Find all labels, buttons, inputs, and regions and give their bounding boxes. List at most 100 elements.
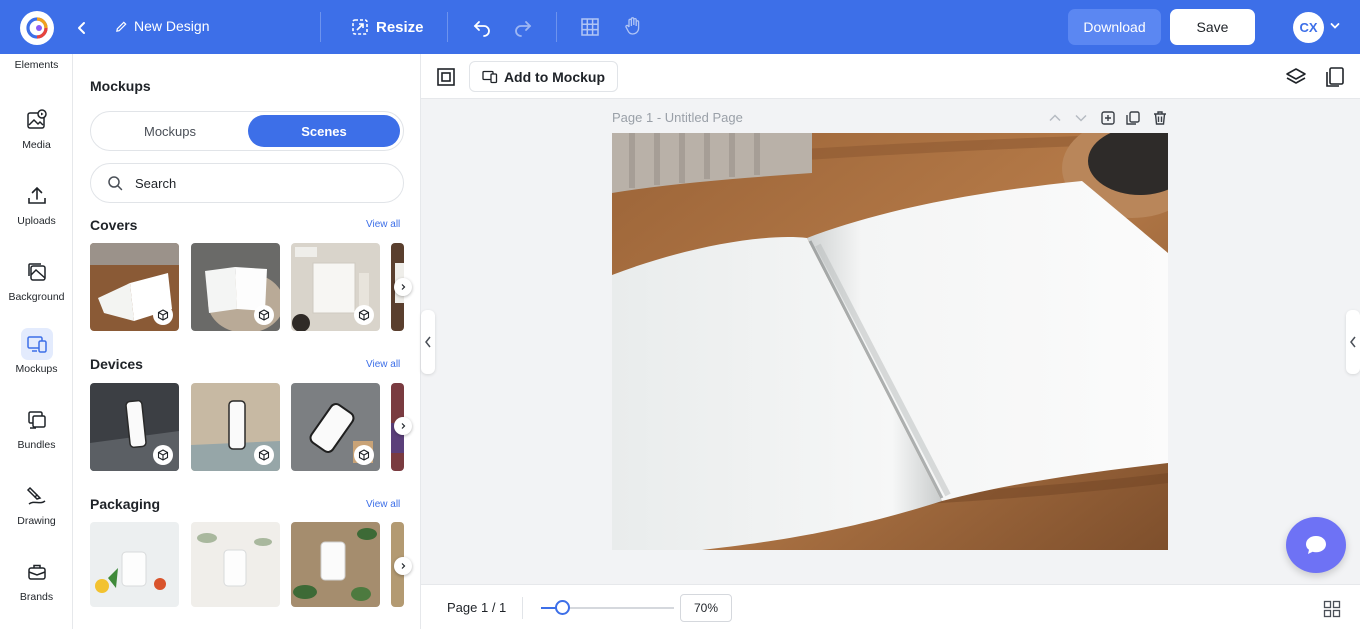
packaging-thumbnail-image [90,522,179,607]
download-button[interactable]: Download [1068,9,1161,45]
device-thumbnail[interactable] [291,383,380,471]
move-page-down-button[interactable] [1073,110,1089,126]
redo-icon [515,21,532,37]
app-logo[interactable] [20,11,54,45]
mockup-scene-image[interactable] [612,133,1168,550]
drawing-icon [26,486,45,505]
chevron-down-icon[interactable] [1330,21,1340,31]
rail-item-label: Bundles [17,439,56,451]
chevron-right-icon [401,284,406,290]
avatar[interactable]: CX [1293,12,1324,43]
cover-thumbnail[interactable] [90,243,179,331]
rail-item-uploads[interactable]: Uploads [0,180,73,227]
zoom-value-input[interactable]: 70% [680,594,732,622]
view-all-covers-link[interactable]: View all [366,219,400,230]
upload-icon [27,186,46,204]
back-button[interactable] [72,18,92,38]
add-to-mockup-button[interactable]: Add to Mockup [469,61,618,92]
packaging-next-button[interactable] [394,557,412,575]
canvas-area: Add to Mockup Page 1 - Untitled Page Pag… [421,54,1360,629]
left-rail: Elements Media Uploads Background Mockup… [0,54,73,629]
grid-view-icon[interactable] [1323,600,1341,618]
save-button[interactable]: Save [1170,9,1255,45]
media-icon [26,109,47,129]
bundles-icon [27,411,46,429]
rail-item-label: Mockups [15,363,58,375]
move-page-up-button[interactable] [1047,110,1063,126]
undo-button[interactable] [472,17,492,37]
3d-cube-icon [254,445,274,465]
toolbar-divider [320,12,321,42]
toolbar-divider [556,12,557,42]
mockups-panel: Mockups Mockups Scenes Search Covers Vie… [73,54,421,629]
duplicate-icon [1126,111,1140,125]
tab-scenes[interactable]: Scenes [248,115,400,147]
rail-item-bundles[interactable]: Bundles [0,404,73,451]
toolbar-divider [447,12,448,42]
search-icon [108,176,123,191]
rail-item-label: Drawing [17,515,56,527]
rail-item-label: Media [22,139,51,151]
3d-cube-icon [354,305,374,325]
3d-cube-icon [254,305,274,325]
resize-label: Resize [376,18,424,36]
chevron-left-icon [425,336,431,348]
page-title[interactable]: Page 1 - Untitled Page [612,110,743,125]
grid-button[interactable] [580,17,600,37]
view-all-devices-link[interactable]: View all [366,359,400,370]
search-placeholder: Search [135,175,177,191]
section-title-devices: Devices [90,356,143,372]
rail-item-drawing[interactable]: Drawing [0,480,73,527]
chat-bubble-icon [1306,536,1326,554]
page-count: Page 1 / 1 [447,600,507,615]
tab-mockups[interactable]: Mockups [94,115,246,147]
packaging-thumbnail[interactable] [90,522,179,607]
device-thumbnail[interactable] [90,383,179,471]
view-all-packaging-link[interactable]: View all [366,499,400,510]
open-book-scene [612,133,1168,550]
rail-item-elements[interactable]: Elements [0,59,73,71]
rail-item-mockups[interactable]: Mockups [0,328,73,375]
chat-button[interactable] [1286,517,1346,573]
add-to-mockup-label: Add to Mockup [503,68,606,85]
pages-icon[interactable] [1325,66,1345,88]
add-page-button[interactable] [1100,110,1116,126]
resize-button[interactable]: Resize [350,17,424,37]
chevron-up-icon [1049,114,1061,122]
hand-icon [625,17,640,35]
mockups-icon [26,336,47,353]
delete-page-button[interactable] [1152,110,1168,126]
covers-next-button[interactable] [394,278,412,296]
layers-icon[interactable] [1285,67,1307,87]
chevron-right-icon [401,563,406,569]
trash-icon [1154,111,1166,125]
device-thumbnail[interactable] [191,383,280,471]
section-title-covers: Covers [90,217,138,233]
hand-tool-button[interactable] [623,16,643,36]
background-icon [27,263,46,281]
zoom-slider-handle[interactable] [555,600,571,615]
duplicate-page-button[interactable] [1125,110,1141,126]
3d-cube-icon [153,445,173,465]
rail-item-label: Uploads [17,215,56,227]
expand-right-panel-handle[interactable] [1346,310,1360,374]
devices-next-button[interactable] [394,417,412,435]
packaging-thumbnail[interactable] [191,522,280,607]
collapse-panel-handle[interactable] [421,310,435,374]
redo-button[interactable] [513,17,533,37]
resize-icon [352,19,368,35]
frame-icon[interactable] [436,67,456,87]
rail-item-label: Elements [14,59,59,71]
search-input[interactable]: Search [90,163,404,203]
packaging-thumbnail[interactable] [291,522,380,607]
cover-thumbnail[interactable] [191,243,280,331]
design-title-button[interactable]: New Design [115,18,209,34]
cover-thumbnail[interactable] [291,243,380,331]
rail-item-label: Brands [19,591,54,603]
bottom-bar: Page 1 / 1 70% [421,584,1360,629]
chevron-left-icon [78,22,85,34]
rail-item-brands[interactable]: Brands [0,556,73,603]
rail-item-background[interactable]: Background [0,256,73,303]
rail-item-media[interactable]: Media [0,104,73,151]
packaging-thumbnail-image [191,522,280,607]
